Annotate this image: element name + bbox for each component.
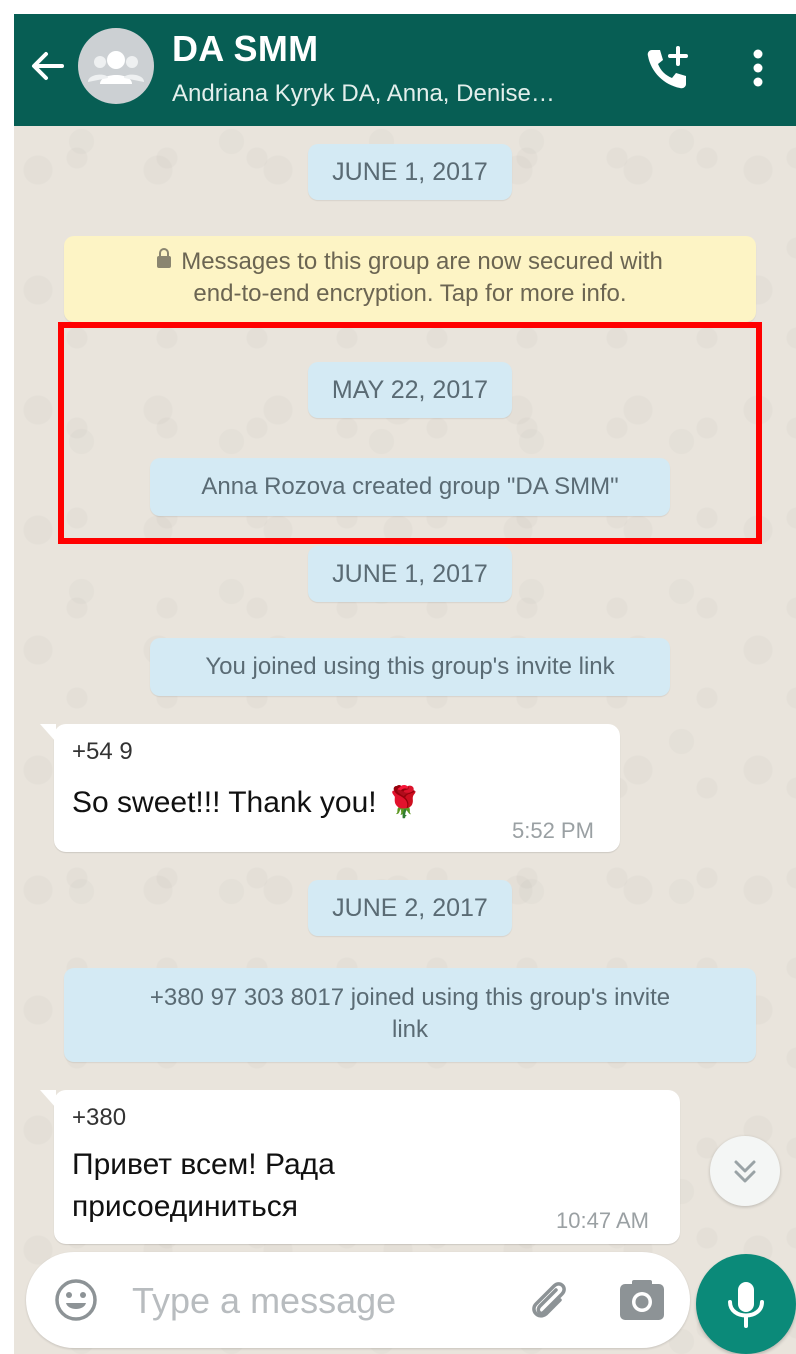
bubble-tail (40, 1090, 56, 1108)
message-sender[interactable]: +54 9 (72, 738, 133, 766)
chat-participants[interactable]: Andriana Kyryk DA, Anna, Denise… (172, 80, 555, 108)
encryption-notice-line2: end-to-end encryption. Tap for more info… (193, 280, 627, 307)
redacted-area (146, 734, 366, 766)
date-divider: MAY 22, 2017 (308, 362, 512, 418)
system-line2: link (391, 1016, 428, 1043)
message-text-line2: присоединиться (72, 1190, 298, 1223)
microphone-icon[interactable] (696, 1254, 796, 1354)
incoming-message[interactable]: +54 9 So sweet!!! Thank you! 🌹 5:52 PM (40, 724, 620, 852)
date-divider: JUNE 2, 2017 (308, 880, 512, 936)
redacted-area (140, 1100, 380, 1132)
message-time: 10:47 AM (556, 1208, 649, 1233)
add-call-icon[interactable] (640, 42, 692, 94)
chat-title[interactable]: DA SMM (172, 28, 318, 70)
message-text: So sweet!!! Thank you! 🌹 (72, 786, 423, 819)
message-text-line1: Привет всем! Рада (72, 1148, 335, 1181)
chat-header: DA SMM Andriana Kyryk DA, Anna, Denise… (14, 14, 796, 126)
encryption-notice-line1: Messages to this group are now secured w… (64, 246, 756, 278)
message-time: 5:52 PM (512, 818, 594, 843)
camera-icon[interactable] (616, 1276, 668, 1324)
message-sender[interactable]: +380 (72, 1104, 126, 1132)
encryption-notice[interactable]: Messages to this group are now secured w… (64, 236, 756, 322)
date-divider: JUNE 1, 2017 (308, 144, 512, 200)
incoming-message[interactable]: +380 Привет всем! Рада присоединиться 10… (40, 1090, 680, 1244)
system-message-joined-other: +380 97 303 8017 joined using this group… (64, 968, 756, 1062)
arrow-left-icon[interactable] (28, 46, 68, 86)
group-avatar-icon[interactable] (78, 28, 154, 104)
double-chevron-down-icon[interactable] (710, 1136, 780, 1206)
emoji-icon[interactable] (52, 1276, 100, 1324)
system-line1: +380 97 303 8017 joined using this group… (149, 984, 671, 1011)
system-message-created: Anna Rozova created group "DA SMM" (150, 458, 670, 516)
message-composer (26, 1252, 690, 1348)
paperclip-icon[interactable] (522, 1274, 574, 1326)
system-message-joined: You joined using this group's invite lin… (150, 638, 670, 696)
bubble-tail (40, 724, 56, 742)
lock-icon (157, 248, 172, 268)
message-input[interactable] (130, 1270, 504, 1332)
more-vertical-icon[interactable] (740, 42, 776, 94)
date-divider: JUNE 1, 2017 (308, 546, 512, 602)
chat-screen: DA SMM Andriana Kyryk DA, Anna, Denise… … (14, 14, 796, 1354)
